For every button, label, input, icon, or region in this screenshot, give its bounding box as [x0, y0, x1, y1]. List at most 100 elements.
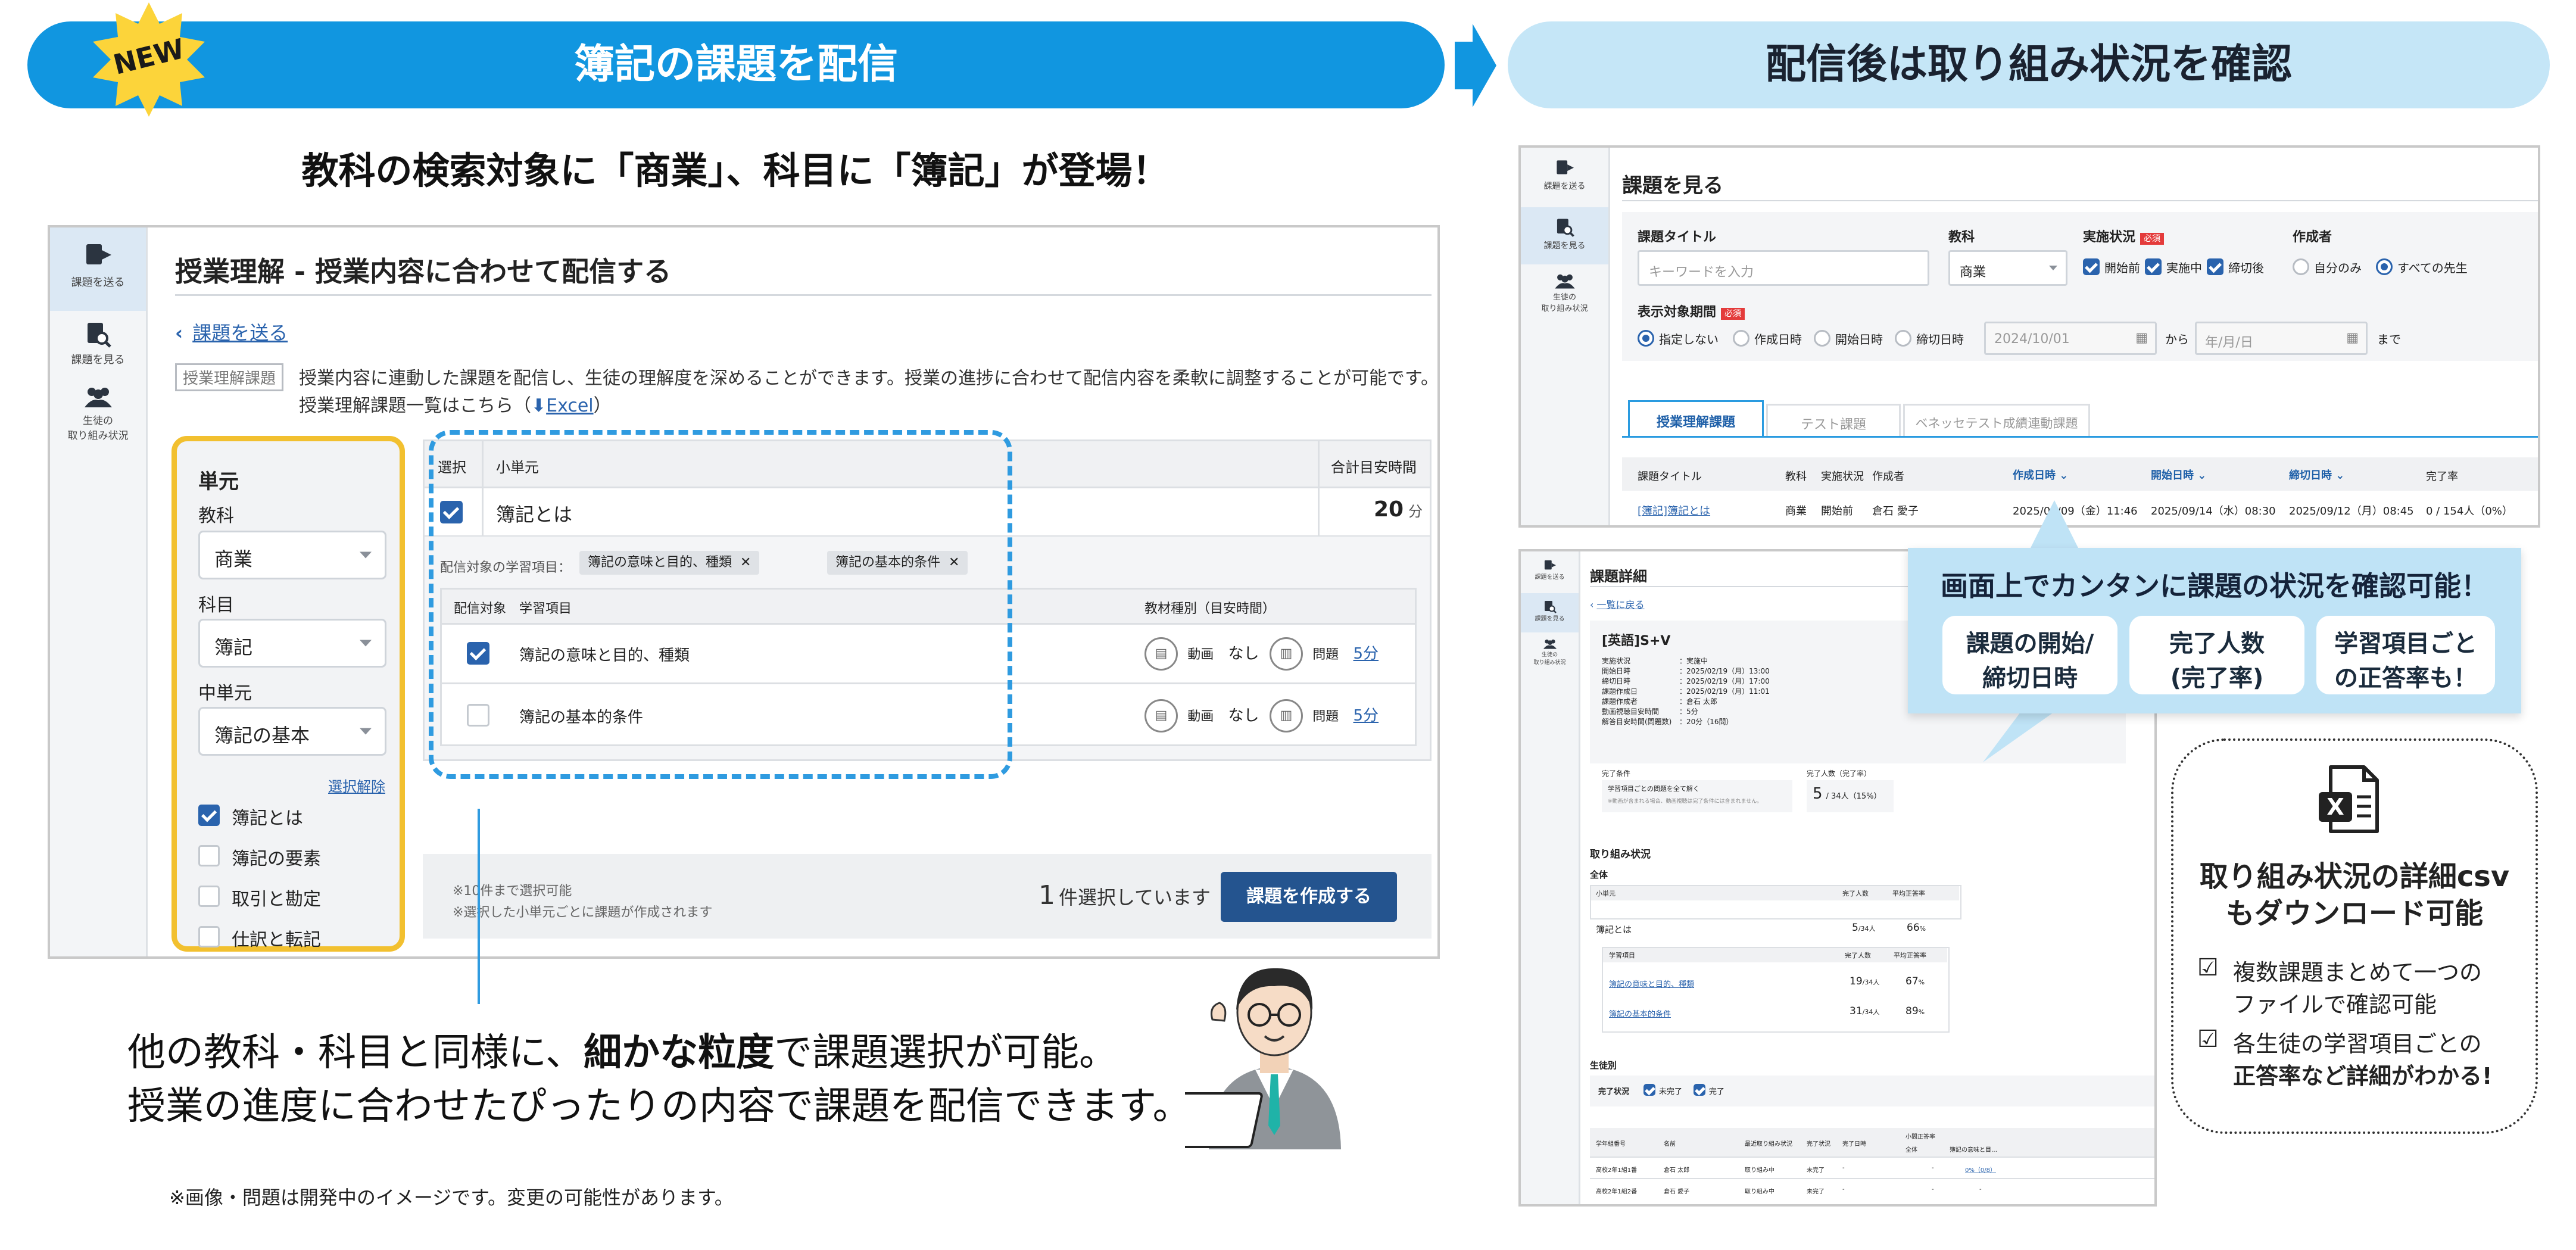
sidebar-item-status[interactable]: 生徒の 取り組み状況 — [1521, 635, 1579, 677]
csv-title-line2: もダウンロード可能 — [2225, 897, 2483, 930]
checkbox-subunit-2[interactable] — [198, 845, 220, 866]
quiz-time-link[interactable]: 5分 — [1354, 707, 1379, 725]
th-rate: 完了率 — [2426, 470, 2458, 483]
quiz-icon: ▥ — [1270, 637, 1303, 671]
th-created[interactable]: 作成日時 ⌄ — [2013, 467, 2068, 482]
sidebar-item-send[interactable]: 課題を送る — [1521, 148, 1608, 207]
right-banner-title: 配信後は取り組み状況を確認 — [1765, 41, 2292, 88]
check-icon: ☑ — [2197, 1025, 2219, 1053]
search-doc-icon — [87, 323, 111, 348]
period-created-radio[interactable] — [1733, 330, 1749, 347]
period-start-radio[interactable] — [1814, 330, 1830, 347]
cond-label: 完了条件 — [1602, 769, 1631, 778]
send-icon — [1556, 160, 1574, 174]
subunit-4-label: 仕訳と転記 — [232, 930, 321, 950]
meta-list: 実施状況 ：実施中 開始日時 ：2025/02/19（月）13:00 締切日時 ：20… — [1602, 657, 1770, 726]
status-closed-checkbox[interactable] — [2207, 258, 2223, 275]
th-author: 作成者 — [1872, 470, 1904, 483]
checkbox-subunit-4[interactable] — [198, 926, 220, 947]
excel-link[interactable]: Excel — [546, 395, 593, 416]
date-to-input[interactable]: 年/月/日 ▦ — [2195, 322, 2368, 355]
students-icon — [1543, 639, 1557, 649]
sidebar-item-send[interactable]: 課題を送る — [1521, 551, 1579, 593]
status-active-checkbox[interactable] — [2145, 258, 2162, 275]
item-row-1-link[interactable]: 簿記の意味と目的、種類 — [1609, 978, 1694, 989]
course-label: 科目 — [198, 595, 234, 616]
author-self-radio[interactable] — [2293, 258, 2309, 275]
teacher-illustration — [1185, 968, 1341, 1149]
tab-test[interactable]: テスト課題 — [1766, 404, 1901, 437]
task-title-link[interactable]: [簿記]簿記とは — [1638, 503, 1710, 518]
period-label: 表示対象期間 必須 — [1638, 301, 1745, 320]
unit-select[interactable]: 簿記の基本 — [198, 707, 386, 756]
create-task-button[interactable]: 課題を作成する — [1221, 872, 1397, 922]
chevron-down-icon — [360, 551, 372, 559]
required-badge: 必須 — [2140, 233, 2165, 245]
status-before-checkbox[interactable] — [2083, 258, 2100, 275]
th-start[interactable]: 開始日時 ⌄ — [2151, 467, 2206, 482]
subunit-1-label: 簿記とは — [232, 808, 303, 829]
keyword-input[interactable]: キーワードを入力 — [1638, 250, 1929, 286]
sidebar-item-view[interactable]: 課題を見る — [1521, 593, 1579, 632]
sidebar: 課題を送る 課題を見る 生徒の 取り組み状況 — [50, 227, 148, 956]
download-icon: ⬇ — [531, 395, 547, 416]
video-icon: ▤ — [1144, 637, 1178, 671]
subject-select[interactable]: 商業 — [1948, 250, 2067, 286]
tab-benesse[interactable]: ベネッセテスト成績連動課題 — [1903, 404, 2090, 437]
left-banner-title: 簿記の課題を配信 — [573, 41, 898, 88]
th-end[interactable]: 締切日時 ⌄ — [2289, 467, 2344, 482]
date-from-input[interactable]: 2024/10/01 ▦ — [1984, 322, 2157, 355]
excel-file-icon: X — [2319, 765, 2379, 833]
author-all-radio[interactable] — [2376, 258, 2393, 275]
caption-line-2: 授業の進度に合わせたぴったりの内容で課題を配信できます。 — [127, 1084, 1191, 1129]
sidebar-item-view[interactable]: 課題を見る — [50, 311, 146, 376]
checkbox-subunit-3[interactable] — [198, 886, 220, 907]
period-none-radio[interactable] — [1638, 330, 1654, 347]
chevron-down-icon: ⌄ — [2059, 469, 2069, 482]
unit-label: 中単元 — [198, 683, 252, 704]
sidebar-item-status[interactable]: 生徒の 取り組み状況 — [50, 378, 146, 455]
video-icon: ▤ — [1144, 699, 1178, 732]
back-link[interactable]: ‹ 一覧に戻る — [1590, 597, 1645, 611]
calendar-icon[interactable]: ▦ — [2346, 331, 2359, 345]
chevron-down-icon — [360, 640, 372, 647]
th-status: 実施状況 — [1821, 470, 1864, 483]
sidebar: 課題を送る 課題を見る 生徒の 取り組み状況 — [1521, 551, 1580, 1204]
arrow-right-icon — [1455, 24, 1496, 107]
done-checkbox[interactable] — [1694, 1084, 1705, 1096]
description-line1: 授業内容に連動した課題を配信し、生徒の理解度を深めることができます。授業の進捗に… — [299, 368, 1439, 389]
done-value: 5/ 34人（15%） — [1813, 785, 1882, 803]
progress-title: 取り組み状況 — [1590, 849, 1651, 861]
checkbox-subunit-1[interactable] — [198, 805, 220, 826]
not-done-checkbox[interactable] — [1643, 1084, 1655, 1096]
send-task-panel: 課題を送る 課題を見る 生徒の 取り組み状況 授業理解 - 授業内容に合わせて配… — [48, 225, 1440, 959]
quiz-time-link[interactable]: 5分 — [1354, 645, 1379, 663]
calendar-icon[interactable]: ▦ — [2135, 331, 2148, 345]
chevron-down-icon: ⌄ — [2335, 469, 2345, 482]
item-row-2-link[interactable]: 簿記の基本的条件 — [1609, 1008, 1671, 1019]
sidebar-item-send[interactable]: 課題を送る — [50, 227, 146, 311]
subunit-3-label: 取引と勘定 — [232, 889, 321, 910]
clear-selection-link[interactable]: 選択解除 — [328, 775, 385, 796]
title-filter-label: 課題タイトル — [1638, 230, 1717, 245]
type-tag: 授業理解課題 — [175, 363, 284, 391]
done-label: 完了人数（完了率） — [1807, 769, 1872, 778]
col-total: 合計目安時間 — [1331, 459, 1417, 476]
item-1-quiz: ▥ 問題 5分 — [1270, 637, 1379, 671]
chevron-down-icon — [2049, 266, 2057, 270]
chevron-left-icon: ‹ — [175, 322, 183, 344]
svg-text:X: X — [2326, 794, 2344, 820]
th-subject: 教科 — [1785, 470, 1807, 483]
course-select[interactable]: 簿記 — [198, 619, 386, 668]
subject-select[interactable]: 商業 — [198, 531, 386, 579]
chevron-down-icon — [360, 728, 372, 735]
sidebar-item-status[interactable]: 生徒の 取り組み状況 — [1521, 267, 1608, 326]
footer-note-1: ※10件まで選択可能 — [453, 884, 572, 899]
tab-understanding[interactable]: 授業理解課題 — [1628, 400, 1764, 437]
sidebar-item-view[interactable]: 課題を見る — [1521, 207, 1608, 264]
period-end-radio[interactable] — [1895, 330, 1911, 347]
selected-count: 1 件選択しています — [1038, 880, 1211, 911]
overall-label: 全体 — [1590, 869, 1608, 880]
back-link[interactable]: ‹ 課題を送る — [175, 318, 288, 345]
left-headline: 教科の検索対象に「商業」、科目に「簿記」が登場！ — [301, 149, 1170, 192]
